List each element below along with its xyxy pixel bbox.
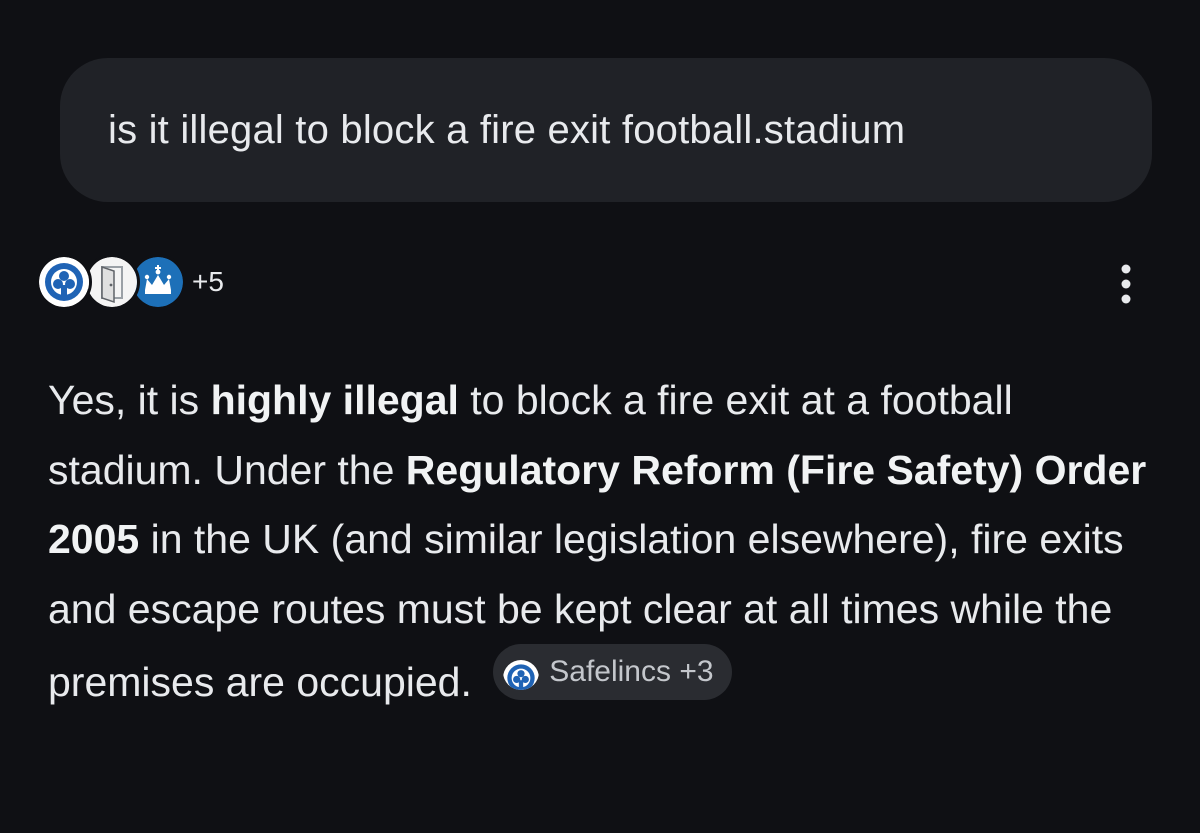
- more-options-button[interactable]: [1104, 260, 1148, 308]
- fire-door-icon[interactable]: [84, 254, 140, 310]
- answer-bold-highly-illegal: highly illegal: [210, 377, 459, 423]
- citation-chip[interactable]: Safelincs +3: [493, 644, 732, 700]
- safelincs-logo-icon: [503, 654, 540, 690]
- safelincs-logo-icon[interactable]: [36, 254, 92, 310]
- sources-row[interactable]: +5: [36, 250, 224, 314]
- query-bubble[interactable]: is it illegal to block a fire exit footb…: [60, 58, 1152, 202]
- query-text: is it illegal to block a fire exit footb…: [108, 107, 906, 152]
- more-vert-icon: [1121, 264, 1131, 304]
- source-icons[interactable]: [36, 250, 186, 314]
- answer-text-1: Yes, it is: [48, 377, 211, 423]
- ai-answer-text: Yes, it is highly illegal to block a fir…: [48, 366, 1158, 718]
- citation-label: Safelincs +3: [549, 655, 714, 688]
- more-sources-count[interactable]: +5: [192, 266, 224, 298]
